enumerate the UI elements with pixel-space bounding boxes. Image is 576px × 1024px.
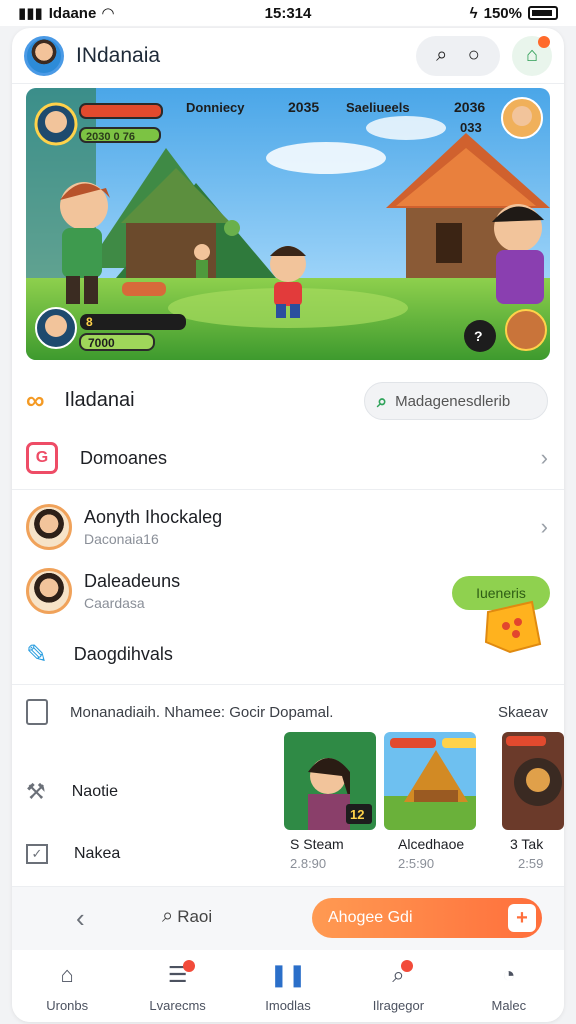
- list-item-label: Domoanes: [80, 447, 168, 468]
- svg-text:12: 12: [350, 807, 364, 822]
- nav-label: Ilragegor: [372, 998, 425, 1013]
- back-button[interactable]: ‹: [76, 903, 85, 934]
- home-icon: ⌂: [60, 962, 74, 987]
- carrier-label: Idaane: [48, 4, 97, 22]
- user-icon: ◔: [502, 962, 516, 987]
- bottom-count: 8: [86, 315, 93, 329]
- game-thumb-2[interactable]: [384, 732, 476, 830]
- list-item-aonyth[interactable]: Aonyth Ihockaleg Daconaia16 ›: [12, 498, 564, 556]
- avatar[interactable]: [24, 35, 64, 76]
- list-item-label: Daogdihvals: [73, 643, 173, 664]
- info-strip: Monanadiaih. Nhamee: Gocir Dopamal. Skae…: [12, 692, 564, 732]
- list-item-subtitle: Caardasa: [84, 595, 145, 611]
- divider: [12, 489, 564, 490]
- search-icon: ⌕: [377, 390, 388, 411]
- side-item-label: Naotie: [71, 783, 118, 800]
- game-thumb-3[interactable]: [502, 732, 564, 830]
- page-title: INdanaia: [76, 43, 161, 67]
- chevron-right-icon: ›: [540, 445, 548, 470]
- list-item-domoanes[interactable]: G Domoanes ›: [12, 432, 564, 484]
- tile-icon: G: [26, 442, 58, 474]
- game-banner[interactable]: Donniecy 2035 Saeliueels 2036 033 2030 0…: [26, 88, 550, 360]
- battery-percent: 150%: [483, 4, 522, 22]
- search-icon[interactable]: ⌕: [436, 44, 447, 67]
- notification-badge: [183, 960, 196, 972]
- hud-right-sub-text: 033: [460, 120, 482, 135]
- list-item-title: Aonyth Ihockaleg: [84, 507, 223, 527]
- right-character: [492, 204, 544, 304]
- battery-icon: [528, 6, 558, 20]
- signal-icon: ▮▮▮: [18, 5, 43, 22]
- strip-right-text[interactable]: Skaeav: [498, 704, 548, 721]
- divider: [12, 684, 564, 685]
- home-button[interactable]: ⌂: [512, 35, 552, 76]
- thumb-title: Alcedhaoe: [398, 836, 465, 852]
- plus-icon: +: [508, 904, 536, 932]
- avatar: [26, 568, 72, 614]
- nav-item-list[interactable]: ☰ Lvarecms: [122, 952, 232, 1022]
- thumb-title: S Steam: [290, 836, 344, 852]
- svg-text:?: ?: [474, 328, 483, 344]
- clipboard-icon: [26, 699, 48, 725]
- cta-label: Ahogee Gdi: [328, 909, 413, 926]
- thumb-subtitle: 2.8:90: [290, 856, 327, 871]
- checkbox-icon: ✓: [26, 844, 48, 864]
- nav-item-profile[interactable]: ◔ Malec: [454, 952, 564, 1022]
- app-card: INdanaia ⌕ ○ ⌂ Donniecy 2035 Saeliueels …: [12, 28, 564, 1022]
- primary-cta-button[interactable]: Ahogee Gdi +: [312, 898, 542, 938]
- app-header: INdanaia ⌕ ○ ⌂: [12, 28, 564, 84]
- search-placeholder: Madagenesdlerib: [395, 392, 511, 410]
- thumb-subtitle: 2:59: [518, 856, 544, 871]
- nav-label: Malec: [491, 998, 527, 1013]
- search-label: Raoi: [177, 906, 213, 926]
- game-scene: Donniecy 2035 Saeliueels 2036 033 2030 0…: [26, 88, 550, 360]
- list-item-title: Daleadeuns: [84, 571, 181, 591]
- wrench-icon: ⚒: [26, 779, 46, 804]
- list-icon: ☰: [168, 960, 196, 990]
- thumb-subtitle: 2:5:90: [398, 856, 435, 871]
- nav-label: Lvarecms: [149, 998, 206, 1013]
- strip-text: Monanadiaih. Nhamee: Gocir Dopamal.: [70, 703, 334, 721]
- hud-score-text: 2035: [288, 99, 319, 115]
- bottom-score: 7000: [88, 336, 115, 350]
- circle-icon[interactable]: ○: [468, 44, 480, 67]
- game-thumb-1[interactable]: 12: [284, 732, 376, 830]
- nav-item-home[interactable]: ⌂ Uronbs: [12, 952, 122, 1022]
- side-item-nakea[interactable]: ✓ Nakea: [12, 832, 564, 876]
- section-search[interactable]: ⌕ Madagenesdlerib: [364, 382, 548, 420]
- notification-dot: [538, 35, 550, 48]
- hud-right-text: Saeliueels: [346, 100, 410, 115]
- status-time: 15:314: [264, 4, 312, 22]
- list-item-daogdihvals[interactable]: ✎ Daogdihvals: [12, 628, 564, 680]
- wifi-icon: ◠: [102, 5, 114, 22]
- action-bar: ‹ ⌕ Raoi Ahogee Gdi +: [12, 886, 564, 950]
- thumb-title: 3 Tak: [510, 836, 544, 852]
- nav-item-games[interactable]: ❚❚ Imodlas: [233, 952, 343, 1022]
- avatar: [26, 504, 72, 550]
- status-bar: ▮▮▮ Idaane ◠ 15:314 ϟ 150%: [0, 0, 576, 26]
- pause-icon: ❚❚: [269, 962, 307, 987]
- section-title: Iladanai: [64, 388, 135, 411]
- nav-label: Imodlas: [265, 998, 311, 1013]
- bottom-nav: ⌂ Uronbs ☰ Lvarecms ❚❚ Imodlas ⌕ Ilrageg…: [12, 952, 564, 1022]
- hud-right-top-text: 2036: [454, 99, 485, 115]
- nav-label: Uronbs: [46, 998, 89, 1013]
- bluetooth-icon: ϟ: [469, 4, 478, 22]
- pen-icon: ✎: [26, 638, 48, 669]
- brand-icon: ∞: [26, 384, 45, 415]
- notification-badge: [400, 960, 413, 972]
- nav-item-search[interactable]: ⌕ Ilragegor: [343, 952, 453, 1022]
- hud-left-text: Donniecy: [186, 100, 245, 115]
- home-icon: ⌂: [525, 44, 539, 66]
- chevron-right-icon: ›: [540, 514, 548, 539]
- list-item-subtitle: Daconaia16: [84, 531, 159, 547]
- header-actions: ⌕ ○: [416, 35, 500, 76]
- top-left-score: 2030 0 76: [86, 131, 135, 143]
- search-icon: ⌕: [392, 960, 413, 990]
- search-button[interactable]: ⌕ Raoi: [162, 905, 212, 928]
- side-item-label: Nakea: [74, 845, 121, 862]
- search-icon: ⌕: [162, 905, 174, 927]
